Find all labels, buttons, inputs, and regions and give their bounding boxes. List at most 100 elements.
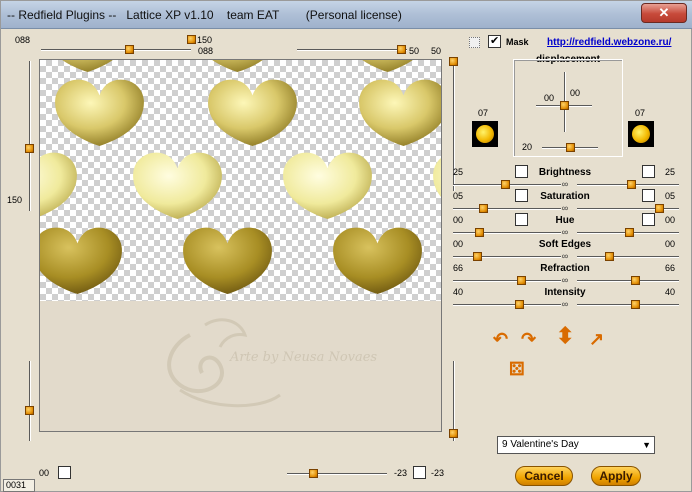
soft-edges-left-track[interactable] (453, 256, 561, 258)
intensity-right-track[interactable] (577, 304, 679, 306)
right-top-slider-value: 50 (409, 46, 420, 56)
watermark: Arte by Neusa Novaes (150, 315, 410, 415)
intensity-right-value: 40 (665, 287, 676, 297)
soft-edges-link-icon[interactable]: ∞ (559, 252, 571, 261)
cancel-button[interactable]: Cancel (515, 466, 573, 486)
random-dice-icon[interactable]: ⚄ (509, 359, 525, 380)
right-lower-knob[interactable] (449, 429, 458, 438)
preset-select[interactable]: 9 Valentine's Day ▼ (497, 436, 655, 454)
brightness-right-checkbox[interactable] (642, 165, 655, 178)
hue-right-knob[interactable] (625, 228, 634, 237)
website-link[interactable]: http://redfield.webzone.ru/ (547, 37, 671, 48)
displacement-knob[interactable] (560, 101, 569, 110)
refraction-left-knob[interactable] (517, 276, 526, 285)
hue-link-icon[interactable]: ∞ (559, 228, 571, 237)
left-swatch-color (476, 125, 494, 143)
intensity-left-knob[interactable] (515, 300, 524, 309)
right-top-value: 50 (431, 46, 442, 56)
hue-left-track[interactable] (453, 232, 561, 234)
left-swatch-value: 07 (478, 108, 489, 118)
brightness-link-icon[interactable]: ∞ (559, 180, 571, 189)
hue-label: Hue (555, 215, 575, 226)
right-top-slider-track[interactable] (297, 49, 407, 51)
displacement-x-value: 00 (544, 93, 555, 103)
displacement-box[interactable]: 00 00 20 (513, 59, 623, 157)
chevron-down-icon: ▼ (642, 440, 651, 450)
top-slider-track[interactable] (41, 49, 191, 51)
right-vertical-knob[interactable] (449, 57, 458, 66)
left-lower-slider[interactable] (29, 361, 31, 441)
close-button[interactable]: ✕ (641, 3, 687, 23)
bottom-slider-track[interactable] (287, 473, 387, 475)
intensity-left-track[interactable] (453, 304, 561, 306)
status-field: 0031 (3, 479, 35, 492)
intensity-left-value: 40 (453, 287, 464, 297)
title-bar: -- Redfield Plugins -- Lattice XP v1.10 … (1, 1, 692, 29)
brightness-right-value: 25 (665, 167, 676, 177)
soft-edges-right-track[interactable] (577, 256, 679, 258)
redo-icon[interactable]: ↷ (521, 329, 536, 350)
soft-edges-left-knob[interactable] (473, 252, 482, 261)
saturation-left-value: 05 (453, 191, 464, 201)
intensity-link-icon[interactable]: ∞ (559, 300, 571, 309)
refraction-left-track[interactable] (453, 280, 561, 282)
bottom-left-checkbox[interactable] (58, 466, 71, 479)
left-lower-knob[interactable] (25, 406, 34, 415)
mask-preview-icon[interactable] (469, 37, 480, 48)
top-slider-knob[interactable] (125, 45, 134, 54)
soft-edges-right-value: 00 (665, 239, 676, 249)
saturation-left-track[interactable] (453, 208, 561, 210)
watermark-ornament (167, 318, 281, 408)
soft-edges-right-knob[interactable] (605, 252, 614, 261)
hue-left-value: 00 (453, 215, 464, 225)
left-color-swatch[interactable] (472, 121, 498, 147)
hue-right-checkbox[interactable] (642, 213, 655, 226)
displacement-y-value: 00 (570, 88, 581, 98)
bottom-far-right-value: -23 (431, 468, 445, 478)
saturation-link-icon[interactable]: ∞ (559, 204, 571, 213)
hearts-pattern (40, 60, 441, 295)
left-vertical-knob[interactable] (25, 144, 34, 153)
top-left-value: 088 (15, 35, 31, 45)
refraction-right-value: 66 (665, 263, 676, 273)
soft-edges-label: Soft Edges (538, 239, 592, 250)
bottom-left-value: 00 (39, 468, 50, 478)
hue-right-value: 00 (665, 215, 676, 225)
saturation-right-checkbox[interactable] (642, 189, 655, 202)
brightness-right-knob[interactable] (627, 180, 636, 189)
top-center-knob[interactable] (187, 35, 196, 44)
bottom-slider-knob[interactable] (309, 469, 318, 478)
intensity-label: Intensity (544, 287, 586, 298)
bottom-right-checkbox[interactable] (413, 466, 426, 479)
refraction-right-track[interactable] (577, 280, 679, 282)
refraction-right-knob[interactable] (631, 276, 640, 285)
saturation-label: Saturation (540, 191, 590, 202)
saturation-right-value: 05 (665, 191, 676, 201)
brightness-label: Brightness (538, 167, 592, 178)
hue-left-knob[interactable] (475, 228, 484, 237)
undo-icon[interactable]: ↶ (493, 329, 508, 350)
preset-selected-value: 9 Valentine's Day (502, 439, 579, 450)
top-center-value: 150 (197, 35, 213, 45)
expand-icon[interactable]: ↗ (589, 329, 604, 350)
brightness-left-knob[interactable] (501, 180, 510, 189)
saturation-right-knob[interactable] (655, 204, 664, 213)
refraction-label: Refraction (540, 263, 590, 274)
preview-area[interactable]: Arte by Neusa Novaes (39, 59, 442, 432)
right-swatch-value: 07 (635, 108, 646, 118)
intensity-right-knob[interactable] (631, 300, 640, 309)
displacement-bottom-knob[interactable] (566, 143, 575, 152)
bottom-slider-value: -23 (394, 468, 408, 478)
window-title: -- Redfield Plugins -- Lattice XP v1.10 … (7, 8, 402, 22)
apply-button[interactable]: Apply (591, 466, 641, 486)
right-top-slider-knob[interactable] (397, 45, 406, 54)
left-vertical-slider[interactable] (29, 61, 31, 211)
up-down-arrows-icon[interactable]: ⬍ (556, 323, 574, 349)
right-color-swatch[interactable] (628, 121, 654, 147)
saturation-left-knob[interactable] (479, 204, 488, 213)
mask-checkbox[interactable] (488, 34, 501, 48)
refraction-link-icon[interactable]: ∞ (559, 276, 571, 285)
top-slider-value: 088 (198, 46, 214, 56)
displacement-bottom-value: 20 (522, 142, 533, 152)
plugin-window: -- Redfield Plugins -- Lattice XP v1.10 … (0, 0, 692, 492)
